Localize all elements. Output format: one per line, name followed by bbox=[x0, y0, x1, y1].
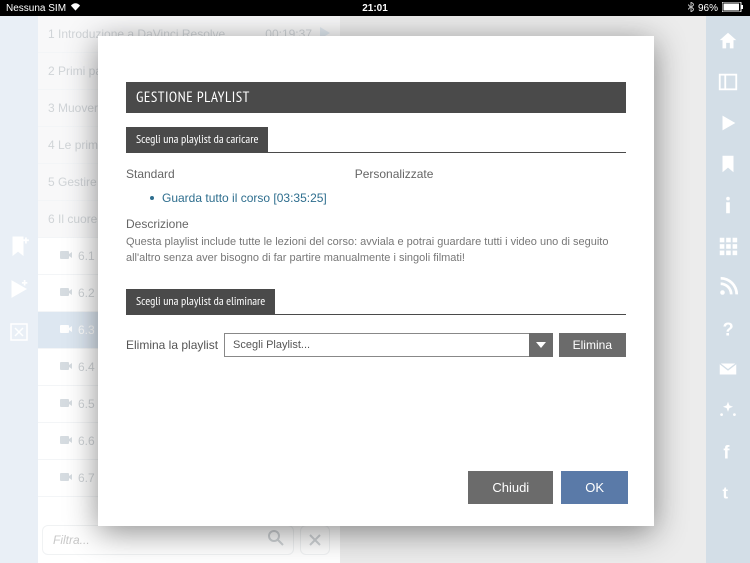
svg-text:t: t bbox=[723, 484, 729, 502]
home-icon[interactable] bbox=[717, 30, 739, 57]
battery-icon bbox=[722, 2, 744, 15]
modal-title: GESTIONE PLAYLIST bbox=[126, 82, 626, 113]
ok-button[interactable]: OK bbox=[561, 471, 628, 504]
carrier-label: Nessuna SIM bbox=[6, 3, 66, 14]
playlist-modal: GESTIONE PLAYLIST Scegli una playlist da… bbox=[98, 36, 654, 526]
sparkle-icon[interactable] bbox=[717, 399, 739, 426]
section-load-playlist: Scegli una playlist da caricare bbox=[126, 127, 268, 152]
play-icon[interactable] bbox=[717, 112, 739, 139]
bullet-icon bbox=[150, 196, 154, 200]
right-toolbar: ? f t bbox=[706, 16, 750, 563]
chevron-down-icon bbox=[529, 333, 553, 357]
svg-text:?: ? bbox=[723, 318, 734, 339]
bookmark-icon[interactable] bbox=[717, 153, 739, 180]
delete-label: Elimina la playlist bbox=[126, 338, 218, 352]
info-icon[interactable] bbox=[717, 194, 739, 221]
description-label: Descrizione bbox=[126, 217, 626, 231]
mail-icon[interactable] bbox=[717, 358, 739, 385]
section-delete-playlist: Scegli una playlist da eliminare bbox=[126, 289, 275, 314]
help-icon[interactable]: ? bbox=[717, 317, 739, 344]
grid-icon[interactable] bbox=[717, 235, 739, 262]
close-button[interactable]: Chiudi bbox=[468, 471, 553, 504]
playlist-select-value: Scegli Playlist... bbox=[224, 333, 529, 357]
layout-icon[interactable] bbox=[717, 71, 739, 98]
battery-label: 96% bbox=[698, 3, 718, 14]
clock-label: 21:01 bbox=[362, 3, 388, 14]
rss-icon[interactable] bbox=[717, 276, 739, 303]
category-custom[interactable]: Personalizzate bbox=[355, 167, 434, 181]
bluetooth-icon bbox=[688, 2, 694, 15]
playlist-item-label: Guarda tutto il corso [03:35:25] bbox=[162, 191, 327, 205]
category-standard[interactable]: Standard bbox=[126, 167, 175, 181]
twitter-icon[interactable]: t bbox=[717, 481, 739, 508]
svg-text:f: f bbox=[723, 441, 730, 462]
playlist-item[interactable]: Guarda tutto il corso [03:35:25] bbox=[150, 191, 626, 205]
facebook-icon[interactable]: f bbox=[717, 440, 739, 467]
wifi-icon bbox=[70, 2, 81, 14]
delete-button[interactable]: Elimina bbox=[559, 333, 626, 357]
description-text: Questa playlist include tutte le lezioni… bbox=[126, 235, 626, 267]
status-bar: Nessuna SIM 21:01 96% bbox=[0, 0, 750, 16]
playlist-select[interactable]: Scegli Playlist... bbox=[224, 333, 553, 357]
